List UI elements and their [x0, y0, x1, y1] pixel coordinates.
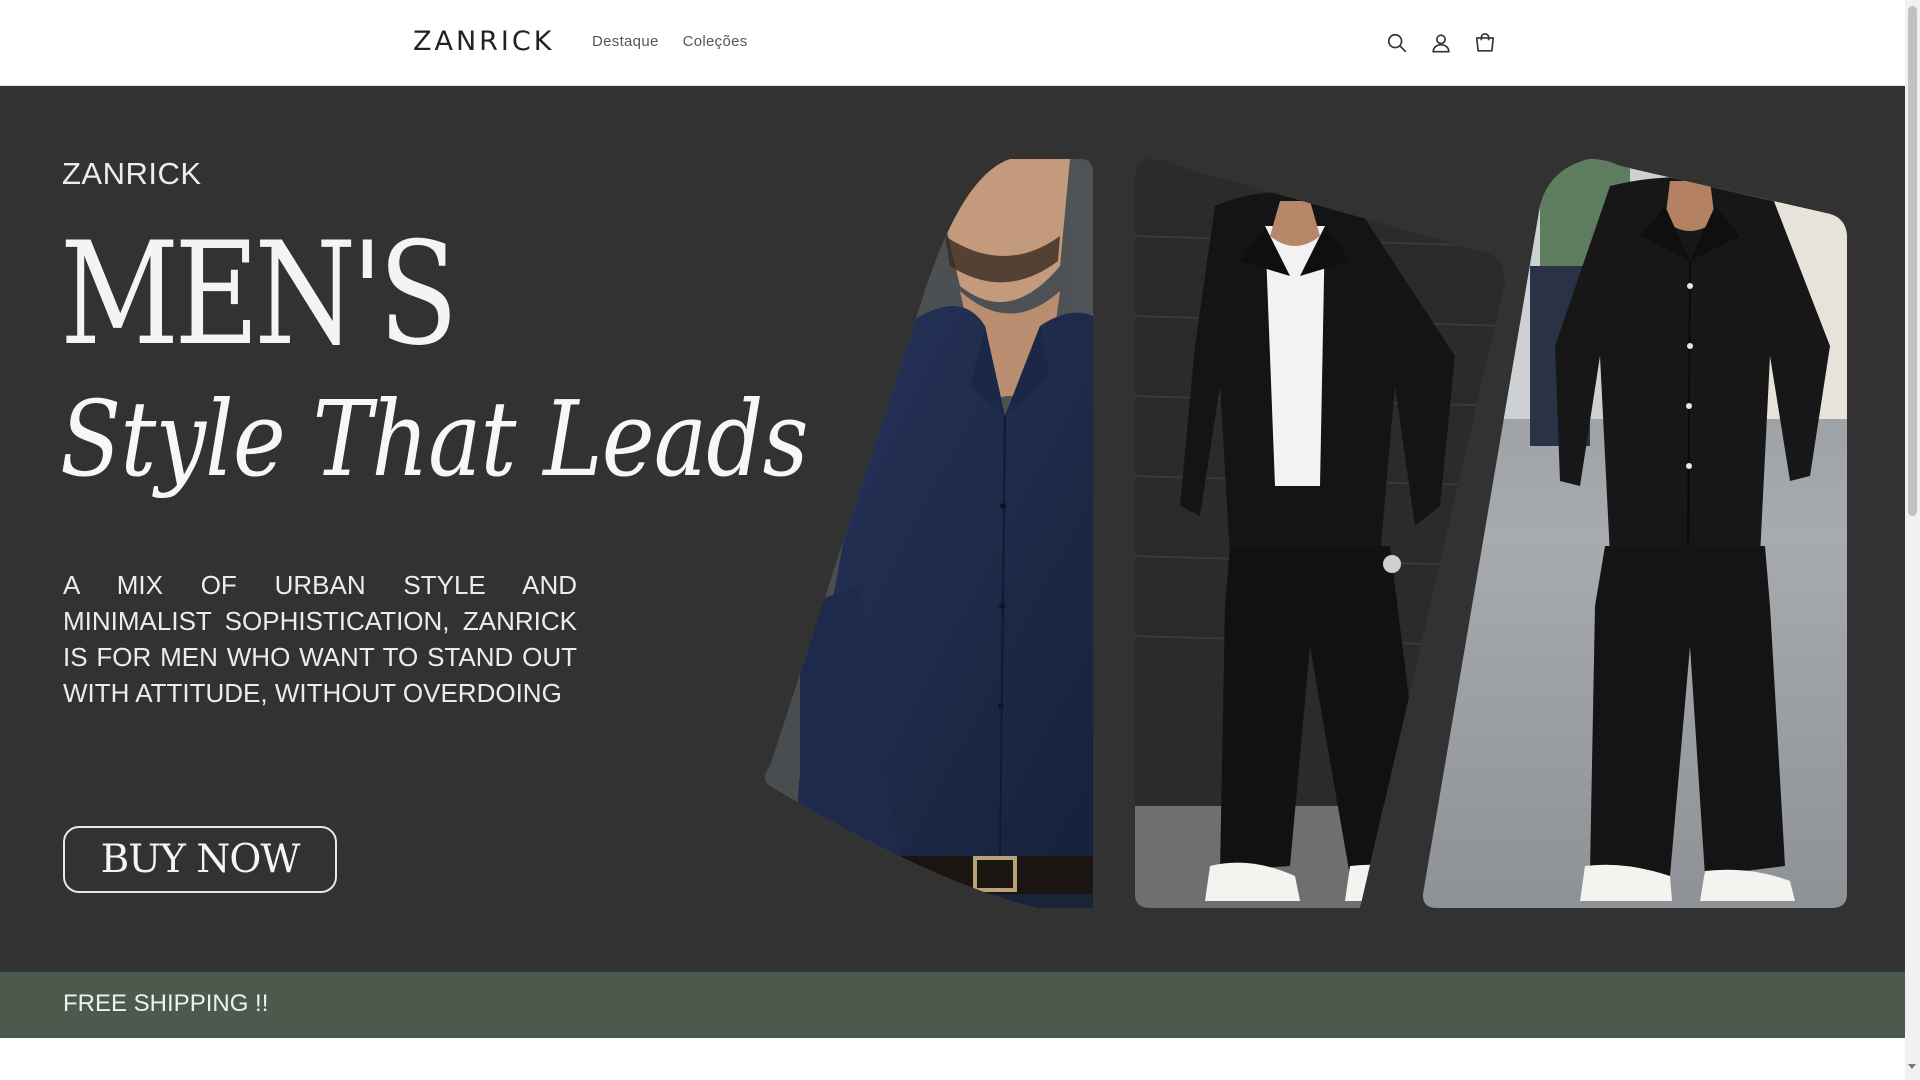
shipping-text: FREE SHIPPING !! — [63, 990, 269, 1017]
hero-description: A MIX OF URBAN STYLE AND MINIMALIST SOPH… — [63, 570, 577, 708]
hero-brand: ZANRICK — [62, 156, 202, 191]
scrollbar-thumb[interactable] — [1908, 6, 1917, 516]
scroll-down-arrow-icon[interactable] — [1908, 1064, 1916, 1069]
cart-icon — [1475, 33, 1495, 52]
page-scrollbar[interactable] — [1905, 0, 1920, 1080]
photo-navy-shirt[interactable] — [760, 159, 1100, 946]
hero-script-tagline: Style That Leads — [60, 378, 809, 500]
nav-link-colecoes[interactable]: Coleções — [683, 33, 748, 50]
shipping-banner: FREE SHIPPING !! — [0, 972, 1905, 1038]
cart-button[interactable] — [1470, 25, 1500, 61]
search-button[interactable] — [1382, 25, 1412, 61]
site-logo[interactable]: ZANRICK — [413, 22, 554, 62]
nav-link-destaque[interactable]: Destaque — [592, 33, 659, 50]
account-button[interactable] — [1426, 25, 1456, 61]
header-icons — [1382, 25, 1500, 61]
account-icon — [1432, 34, 1450, 53]
hero-title: MEN'S — [60, 212, 458, 377]
hero-banner: ZANRICK MEN'S Style That Leads A MIX OF … — [0, 86, 1905, 972]
buy-now-button[interactable]: BUY NOW — [63, 826, 337, 893]
search-icon — [1387, 33, 1407, 53]
site-header: ZANRICK Destaque Coleções — [0, 0, 1905, 86]
main-nav: Destaque Coleções — [592, 33, 748, 50]
